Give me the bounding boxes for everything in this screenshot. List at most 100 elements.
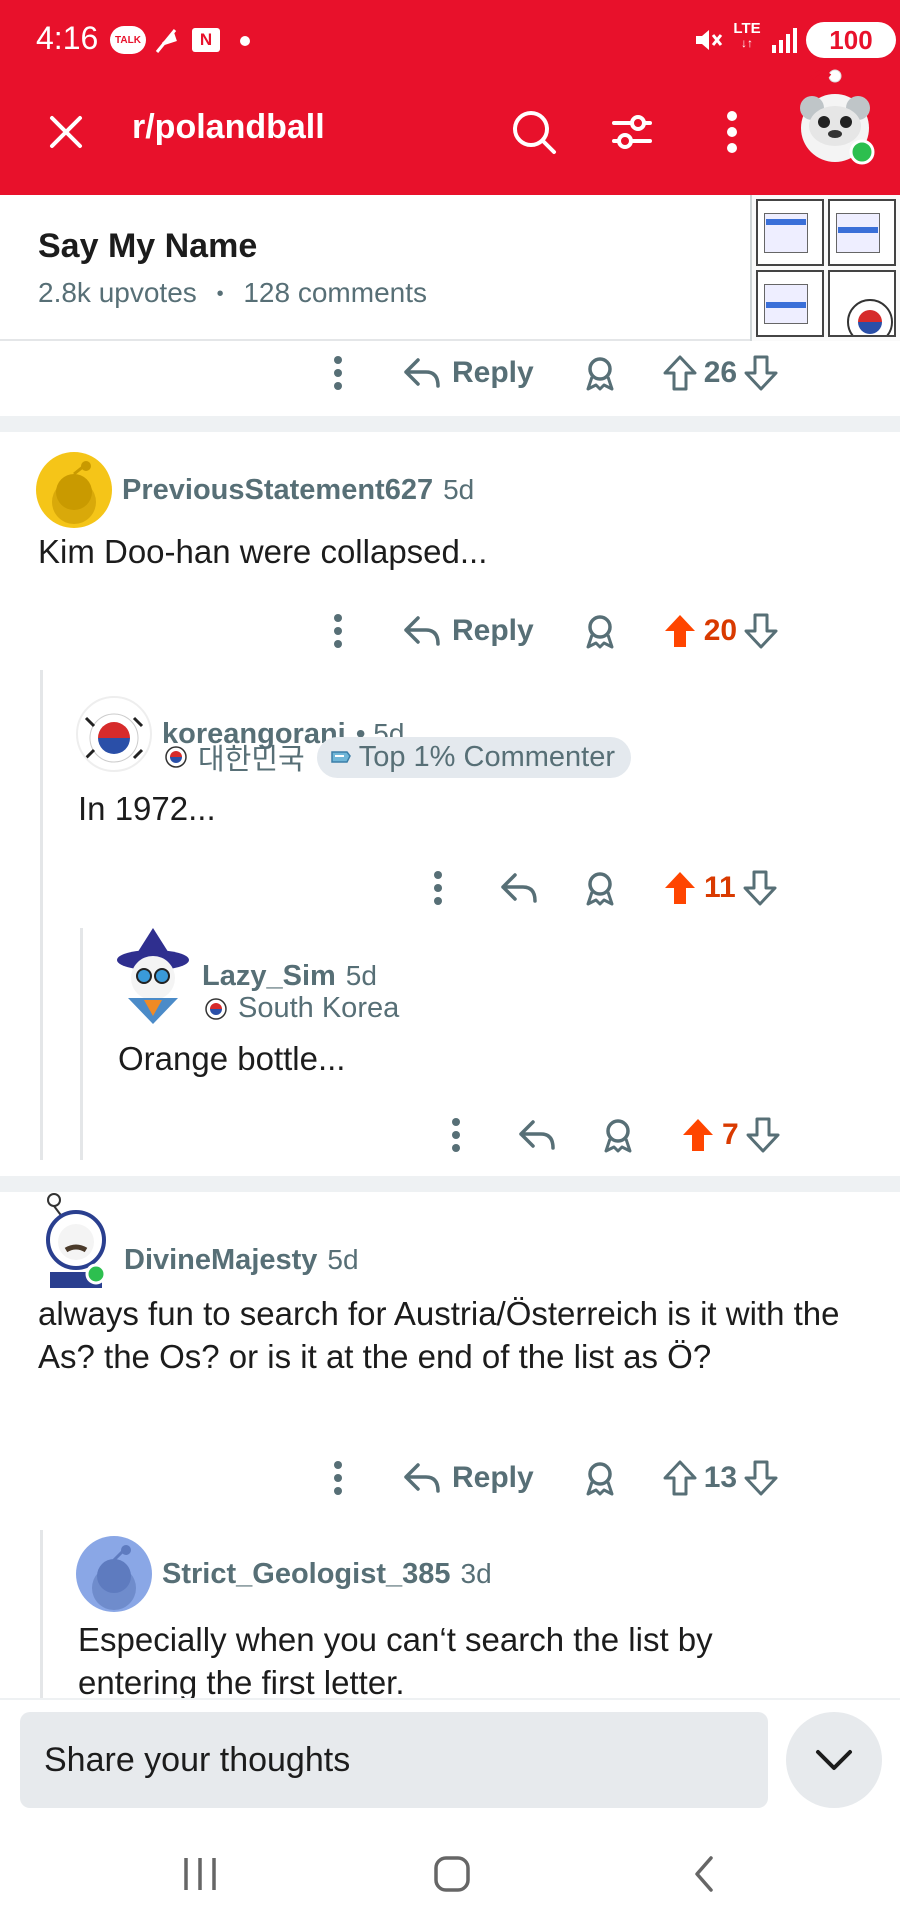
scarf-snoo-avatar-icon xyxy=(46,1193,107,1288)
post-summary[interactable]: Say My Name 2.8k upvotes • 128 comments xyxy=(0,195,900,341)
comment-header: Strict_Geologist_385 3d xyxy=(76,1536,492,1612)
search-button[interactable] xyxy=(506,104,562,160)
user-flair: 대한민국 Top 1% Commenter xyxy=(164,736,632,778)
comment-age: 3d xyxy=(460,1558,492,1589)
subreddit-name[interactable]: r/polandball xyxy=(132,108,325,147)
collapse-comments-button[interactable] xyxy=(786,1712,882,1808)
more-vertical-icon xyxy=(434,871,442,905)
post-comment-count: 128 comments xyxy=(243,277,427,308)
comment-author[interactable]: Strict_Geologist_385 xyxy=(162,1558,451,1591)
reply-button[interactable]: Reply xyxy=(402,1450,534,1506)
user-avatar[interactable] xyxy=(76,696,152,772)
comment-text: Kim Doo-han were collapsed... xyxy=(38,533,488,570)
post-title: Say My Name xyxy=(38,227,258,265)
reply-label: Reply xyxy=(452,1461,534,1494)
comment-text: Orange bottle... xyxy=(118,1040,346,1077)
vote-count: 26 xyxy=(703,356,738,389)
chevron-down-icon xyxy=(816,1750,852,1770)
back-button[interactable] xyxy=(664,1844,744,1904)
reply-button[interactable] xyxy=(512,1107,562,1163)
user-avatar-button[interactable] xyxy=(790,68,880,168)
upvote-filled-icon[interactable] xyxy=(662,612,698,650)
user-avatar[interactable] xyxy=(114,928,192,1024)
award-icon xyxy=(586,872,614,906)
badge-label: Top 1% Commenter xyxy=(358,740,616,773)
reply-button[interactable]: Reply xyxy=(402,345,534,401)
downvote-icon[interactable] xyxy=(742,869,778,907)
user-avatar[interactable] xyxy=(36,1192,114,1288)
reply-label: Reply xyxy=(452,614,534,647)
award-button[interactable] xyxy=(572,860,628,916)
thread-line[interactable] xyxy=(80,928,83,1160)
battery-indicator: 100 xyxy=(806,22,896,58)
share-thoughts-input[interactable]: Share your thoughts xyxy=(20,1712,768,1808)
award-button[interactable] xyxy=(572,603,628,659)
app-header: 4:16 TALK N LTE ↓↑ 100 r/polandball xyxy=(0,0,900,195)
comment-more-button[interactable] xyxy=(318,603,358,659)
comment-author[interactable]: Lazy_Sim xyxy=(202,960,336,993)
award-button[interactable] xyxy=(572,345,628,401)
vote-count: 11 xyxy=(704,871,736,904)
upvote-filled-icon[interactable] xyxy=(662,869,698,907)
reply-label: Reply xyxy=(452,356,534,389)
more-options-button[interactable] xyxy=(704,104,760,160)
reply-icon xyxy=(501,873,537,903)
downvote-icon[interactable] xyxy=(743,612,779,650)
award-button[interactable] xyxy=(590,1107,646,1163)
post-thumbnail[interactable] xyxy=(750,195,900,341)
author-row: Lazy_Sim 5d xyxy=(202,960,377,993)
thread-line[interactable] xyxy=(40,1530,43,1700)
comment-divider xyxy=(0,1176,900,1192)
recents-icon xyxy=(184,1858,216,1890)
award-icon xyxy=(586,357,614,391)
reply-button[interactable] xyxy=(494,860,544,916)
comment-more-button[interactable] xyxy=(436,1107,476,1163)
downvote-icon[interactable] xyxy=(743,1459,779,1497)
back-icon xyxy=(695,1856,713,1892)
filter-icon xyxy=(612,115,652,149)
recents-button[interactable] xyxy=(160,1844,240,1904)
user-flair: South Korea xyxy=(204,992,399,1025)
user-avatar[interactable] xyxy=(36,452,112,528)
reply-button[interactable]: Reply xyxy=(402,603,534,659)
upvote-filled-icon[interactable] xyxy=(680,1116,716,1154)
comic-panel xyxy=(756,199,824,266)
comment-more-button[interactable] xyxy=(418,860,458,916)
comment-more-button[interactable] xyxy=(318,345,358,401)
comment-text: always fun to search for Austria/Österre… xyxy=(38,1295,840,1375)
reply-icon xyxy=(404,616,440,646)
comment-author[interactable]: DivineMajesty xyxy=(124,1244,317,1277)
status-time: 4:16 xyxy=(36,20,99,56)
comic-panel xyxy=(756,270,824,337)
korean-flag-snoo-avatar-icon xyxy=(84,713,144,763)
flag-flair-icon xyxy=(205,997,227,1020)
top-commenter-badge[interactable]: Top 1% Commenter xyxy=(316,736,632,778)
lte-indicator: LTE ↓↑ xyxy=(732,20,762,50)
award-button[interactable] xyxy=(572,1450,628,1506)
downvote-icon[interactable] xyxy=(743,354,779,392)
post-upvotes: 2.8k upvotes xyxy=(38,277,197,308)
meta-separator: • xyxy=(216,283,224,306)
lte-label: LTE xyxy=(733,20,761,37)
author-row: DivineMajesty 5d xyxy=(124,1244,359,1277)
more-notifications-dot xyxy=(240,36,250,46)
feather-notification-icon xyxy=(152,26,180,54)
comment-text: In 1972... xyxy=(78,790,216,827)
award-icon xyxy=(604,1119,632,1153)
comment-more-button[interactable] xyxy=(318,1450,358,1506)
home-button[interactable] xyxy=(412,1844,492,1904)
vote-control: 26 xyxy=(662,345,779,401)
comment-author[interactable]: PreviousStatement627 xyxy=(122,474,433,507)
downvote-icon[interactable] xyxy=(745,1116,781,1154)
comment-age: 5d xyxy=(443,474,475,505)
comment-actions: 11 xyxy=(418,860,778,916)
user-avatar[interactable] xyxy=(76,1536,152,1612)
close-button[interactable] xyxy=(38,104,94,160)
filter-button[interactable] xyxy=(604,104,660,160)
signal-icon xyxy=(770,26,800,54)
upvote-icon[interactable] xyxy=(662,354,698,392)
thread-line[interactable] xyxy=(40,670,43,1160)
upvote-icon[interactable] xyxy=(662,1459,698,1497)
subreddit-toolbar: r/polandball xyxy=(0,69,900,188)
search-icon xyxy=(513,111,556,154)
